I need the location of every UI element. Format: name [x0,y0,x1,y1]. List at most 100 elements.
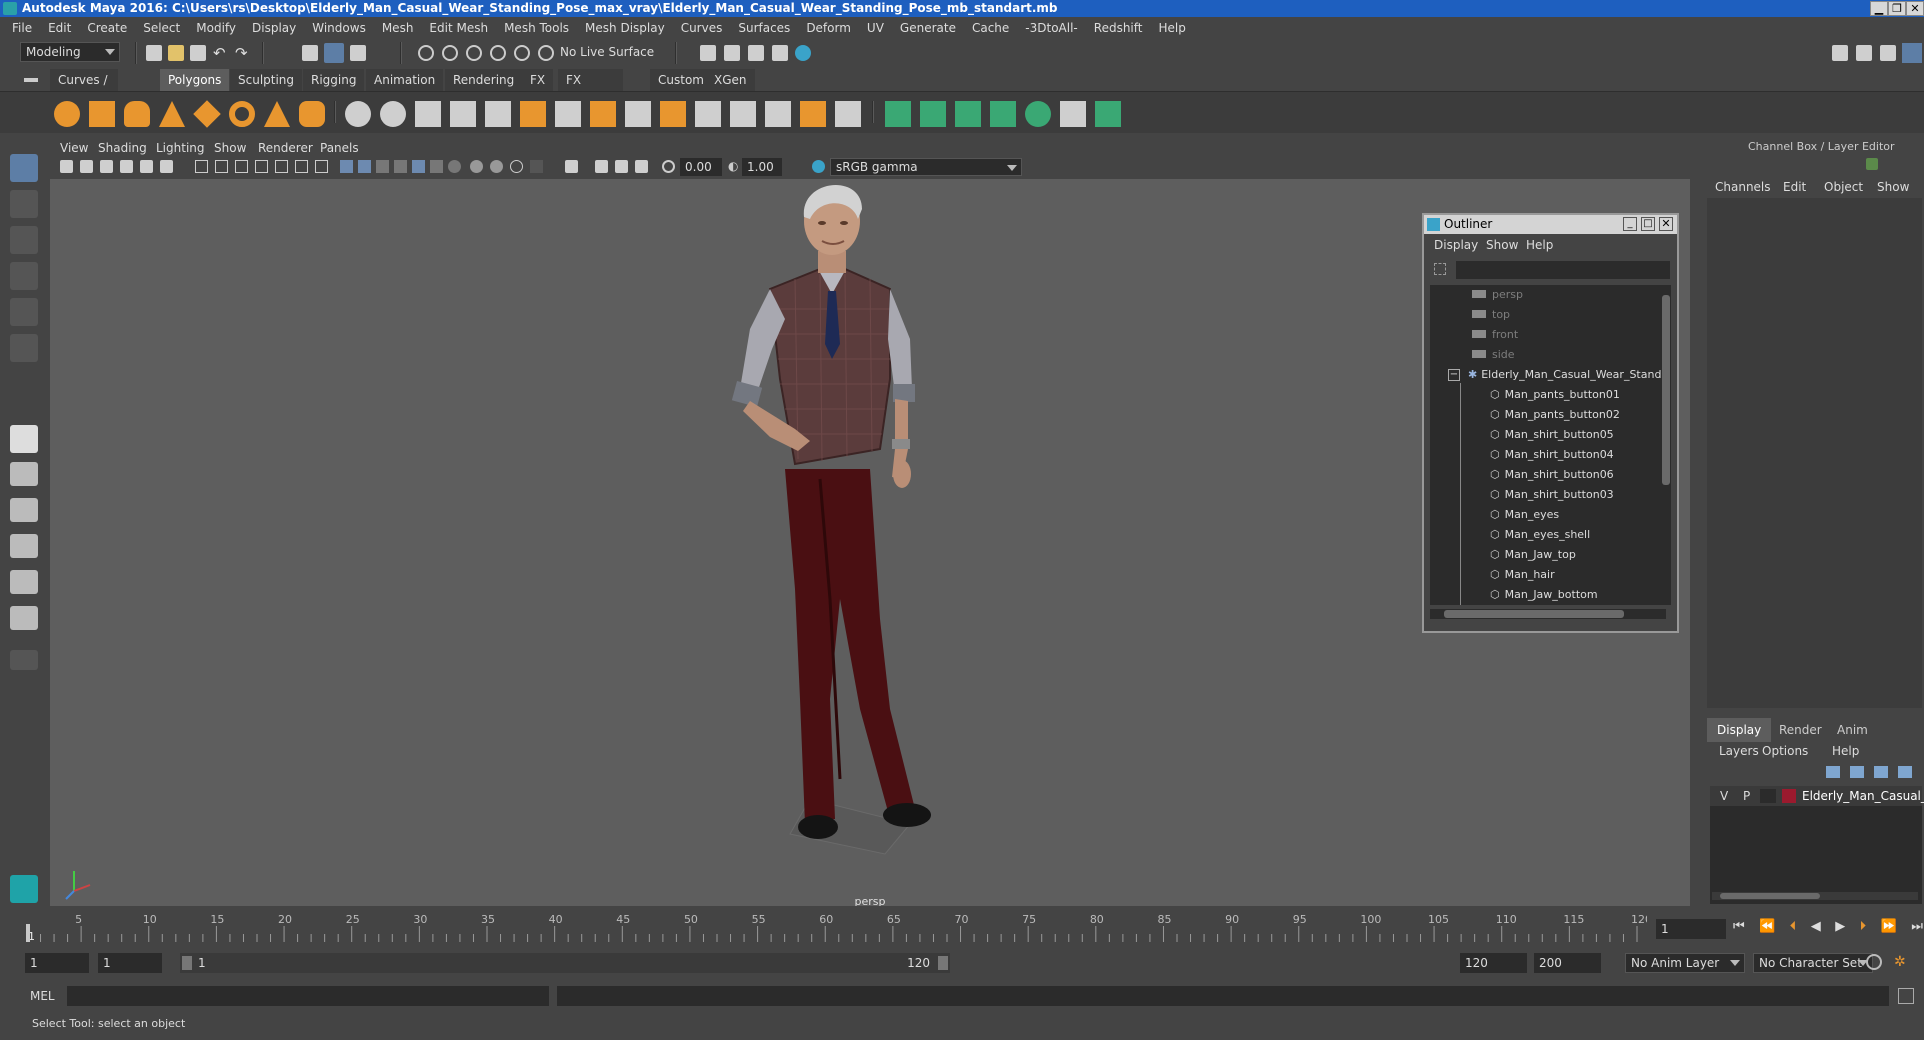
menuset-dropdown[interactable]: Modeling [20,42,120,62]
camera-attributes-icon[interactable] [80,160,93,173]
target-weld-icon[interactable] [660,101,686,127]
move-layer-down-icon[interactable] [1850,766,1864,778]
poly-pyramid-icon[interactable] [264,101,290,127]
menu-mesh-tools[interactable]: Mesh Tools [504,21,569,35]
character-set-dropdown[interactable]: No Character Set [1753,953,1873,973]
move-tool-icon[interactable] [10,262,38,290]
image-plane-icon[interactable] [120,160,133,173]
render-settings-icon[interactable] [772,45,788,61]
camera-select-icon[interactable] [60,160,73,173]
bridge-icon[interactable] [485,101,511,127]
panel-menu-renderer[interactable]: Renderer [258,141,313,155]
exposure-icon[interactable] [662,160,675,173]
menu-redshift[interactable]: Redshift [1094,21,1143,35]
tab-sculpting[interactable]: Sculpting [230,69,303,91]
exposure-field[interactable]: 0.00 [680,158,722,176]
outliner-menu-display[interactable]: Display [1434,238,1478,252]
snap-vertex-icon[interactable] [538,45,554,61]
animation-start-field[interactable]: 1 [25,953,89,973]
list-item[interactable]: ⬡ Man_Jaw_bottom [1490,585,1598,605]
poly-sphere-icon[interactable] [54,101,80,127]
uv-automatic-icon[interactable] [990,101,1016,127]
extrude-icon[interactable] [520,101,546,127]
minimize-icon[interactable]: _ [1623,217,1637,231]
menu-display[interactable]: Display [252,21,296,35]
menu-deform[interactable]: Deform [806,21,851,35]
menu-windows[interactable]: Windows [312,21,366,35]
paint-select-tool-icon[interactable] [10,226,38,254]
snap-surface-icon[interactable] [514,45,530,61]
tab-display[interactable]: Display [1707,718,1772,742]
panel-menu-shading[interactable]: Shading [98,141,147,155]
film-gate-icon[interactable] [215,160,228,173]
layout-options-icon[interactable] [10,650,38,670]
list-item[interactable]: ⬡ Man_eyes [1490,505,1559,525]
play-backwards-icon[interactable]: ◀ [1811,919,1821,939]
list-item[interactable]: persp [1472,285,1523,305]
checker-icon[interactable] [1060,101,1086,127]
tool-settings-icon[interactable] [1880,45,1896,61]
poly-torus-icon[interactable] [229,101,255,127]
motion-blur-icon[interactable] [470,160,483,173]
menu-modify[interactable]: Modify [196,21,236,35]
menu-cache[interactable]: Cache [972,21,1009,35]
new-layer-icon[interactable] [1874,766,1888,778]
script-language-label[interactable]: MEL [30,989,55,1003]
wireframe-icon[interactable] [340,160,353,173]
menu-generate[interactable]: Generate [900,21,956,35]
range-end-handle[interactable] [938,956,948,970]
safe-action-icon[interactable] [295,160,308,173]
list-item[interactable]: side [1472,345,1515,365]
layer-horizontal-scrollbar[interactable] [1712,892,1918,900]
menu-create[interactable]: Create [87,21,127,35]
close-button[interactable]: ✕ [1906,1,1924,16]
select-component-icon[interactable] [350,45,366,61]
edit-menu[interactable]: Edit [1783,180,1806,194]
menu-curves[interactable]: Curves [681,21,723,35]
ipr-render-icon[interactable] [748,45,764,61]
poly-cube-icon[interactable] [89,101,115,127]
current-time-marker[interactable] [26,924,30,942]
minimize-button[interactable]: ▁ [1870,1,1888,16]
layer-visibility-toggle[interactable]: V [1720,786,1728,806]
filter-icon[interactable] [1434,263,1446,275]
maximize-icon[interactable]: □ [1641,217,1655,231]
modeling-toolkit-icon[interactable] [1832,45,1848,61]
layer-name[interactable]: Elderly_Man_Casual_W [1802,786,1924,806]
auto-key-icon[interactable] [1866,954,1882,970]
animation-end-field[interactable]: 200 [1534,953,1601,973]
list-item[interactable]: ⬡ Man_Jaw_top [1490,545,1576,565]
wireframe-on-shaded-icon[interactable] [376,160,389,173]
tab-polygons[interactable]: Polygons [160,69,230,91]
two-d-pan-zoom-icon[interactable] [160,160,173,173]
list-item[interactable]: ⬡ Man_pants_button01 [1490,385,1620,405]
wedge-icon[interactable] [835,101,861,127]
go-to-end-icon[interactable]: ⏭ [1911,919,1923,939]
list-item[interactable]: ⬡ Man_shirt_button04 [1490,445,1614,465]
smooth-icon[interactable] [450,101,476,127]
outliner-title-bar[interactable]: Outliner _ □ ✕ [1424,215,1677,234]
separate-icon[interactable] [380,101,406,127]
gamma-icon[interactable]: ◐ [728,160,741,173]
combine-icon[interactable] [345,101,371,127]
tab-animation[interactable]: Animation [366,69,444,91]
xray-active-components-icon[interactable] [615,160,628,173]
select-object-icon[interactable] [324,43,344,63]
poly-pipe-icon[interactable] [299,101,325,127]
show-menu[interactable]: Show [1877,180,1909,194]
xray-joints-icon[interactable] [595,160,608,173]
view-transform-dropdown[interactable]: sRGB gamma [830,158,1022,176]
menu-help[interactable]: Help [1158,21,1185,35]
new-layer-selected-icon[interactable] [1898,766,1912,778]
help-menu[interactable]: Help [1832,744,1859,758]
ambient-occlusion-icon[interactable] [448,160,461,173]
list-item[interactable]: ⬡ Man_pants_button02 [1490,405,1620,425]
smooth-shade-icon[interactable] [358,160,371,173]
persp-uv-layout-icon[interactable] [10,606,38,630]
scale-tool-icon[interactable] [10,334,38,362]
move-layer-up-icon[interactable] [1826,766,1840,778]
merge-icon[interactable] [695,101,721,127]
backface-culling-icon[interactable] [635,160,648,173]
close-icon[interactable]: ✕ [1659,217,1673,231]
shadows-icon[interactable] [430,160,443,173]
